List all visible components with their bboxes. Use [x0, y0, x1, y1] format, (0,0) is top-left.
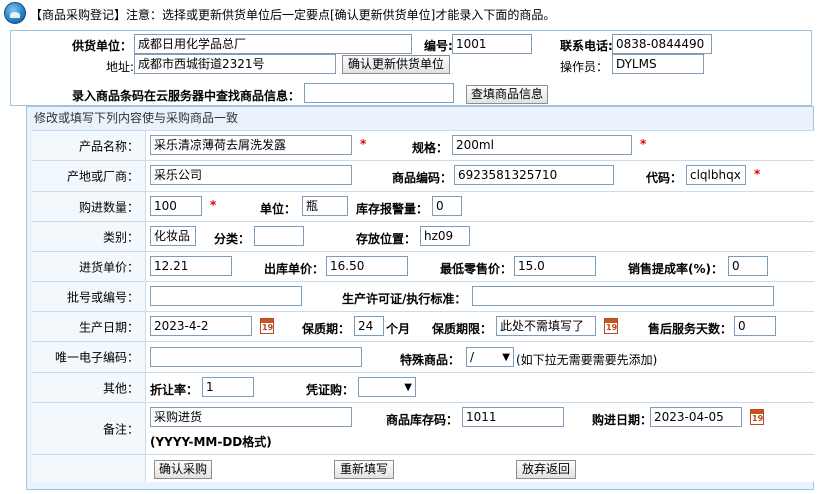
stock-code-label: 商品库存码： — [386, 413, 459, 427]
supplier-phone-field[interactable]: 0838-0844490 — [612, 34, 712, 54]
price-label: 进货单价： — [78, 260, 139, 274]
supplier-name-label: 供货单位： — [72, 39, 133, 53]
product-name-field[interactable]: 采乐清凉薄荷去屑洗发露 — [150, 135, 352, 155]
special-hint: (如下拉无需要需要先添加) — [516, 353, 658, 367]
shelf-limit-label: 保质期限： — [432, 322, 493, 336]
voucher-select[interactable]: ▼ — [358, 377, 416, 397]
unit-field[interactable]: 瓶 — [302, 196, 348, 216]
product-code-field[interactable]: 6923581325710 — [454, 165, 614, 185]
qty-field[interactable]: 100 — [150, 196, 202, 216]
min-price-label: 最低零售价： — [440, 262, 513, 276]
confirm-purchase-button[interactable]: 确认采购 — [154, 460, 212, 479]
operator-label: 操作员： — [560, 60, 609, 74]
calendar-icon[interactable] — [750, 409, 764, 425]
spec-label: 规格： — [412, 141, 449, 155]
product-code-label: 商品编码： — [392, 171, 453, 185]
date-format-hint: (YYYY-MM-DD格式) — [150, 435, 272, 449]
chevron-down-icon: ▼ — [404, 382, 412, 393]
special-select[interactable]: / ▼ — [466, 347, 514, 367]
category-field[interactable]: 化妆品 — [150, 226, 196, 246]
discount-label: 折让率： — [150, 383, 199, 397]
alarm-field[interactable]: 0 — [432, 196, 462, 216]
shelf-field[interactable]: 24 — [354, 316, 384, 336]
other-label: 其他： — [102, 381, 139, 395]
purchase-date-label: 购进日期： — [592, 413, 653, 427]
section-title: 修改或填写下列内容使与采购商品一致 — [34, 111, 239, 125]
out-price-field[interactable]: 16.50 — [326, 256, 408, 276]
required-star-icon: * — [360, 137, 367, 151]
short-code-field[interactable]: clqlbhqx — [686, 165, 746, 185]
alarm-label: 库存报警量： — [356, 202, 429, 216]
barcode-label: 录入商品条码在云服务器中查找商品信息： — [72, 89, 301, 103]
supplier-address-label: 地址: — [106, 60, 135, 74]
operator-field[interactable]: DYLMS — [612, 54, 704, 74]
required-star-icon: * — [210, 198, 217, 212]
unit-label: 单位： — [260, 202, 297, 216]
discount-field[interactable]: 1 — [202, 377, 254, 397]
shelf-unit: 个月 — [386, 322, 411, 336]
supplier-code-label: 编号: — [424, 39, 453, 53]
mfg-date-label: 生产日期： — [78, 320, 139, 334]
license-label: 生产许可证/执行标准： — [342, 292, 467, 306]
product-name-label: 产品名称： — [78, 139, 139, 153]
price-field[interactable]: 12.21 — [150, 256, 232, 276]
shelf-limit-field[interactable]: 此处不需填写了 — [496, 316, 596, 336]
required-star-icon: * — [640, 137, 647, 151]
license-field[interactable] — [472, 286, 774, 306]
supplier-code-field[interactable]: 1001 — [452, 34, 532, 54]
lookup-product-button[interactable]: 查填商品信息 — [466, 85, 548, 104]
category-label: 类别： — [102, 230, 139, 244]
subcategory-label: 分类： — [214, 232, 251, 246]
row-actions — [32, 454, 814, 482]
service-days-field[interactable]: 0 — [734, 316, 776, 336]
min-price-field[interactable]: 15.0 — [514, 256, 596, 276]
location-label: 存放位置： — [356, 232, 417, 246]
supplier-name-field[interactable]: 成都日用化学品总厂 — [134, 34, 412, 54]
reset-button[interactable]: 重新填写 — [334, 460, 394, 479]
batch-field[interactable] — [150, 286, 302, 306]
cancel-button[interactable]: 放弃返回 — [516, 460, 576, 479]
voucher-label: 凭证购： — [306, 383, 355, 397]
chevron-down-icon: ▼ — [502, 352, 510, 363]
note-field[interactable]: 采购进货 — [150, 407, 352, 427]
barcode-input[interactable] — [304, 83, 454, 103]
batch-label: 批号或编号： — [66, 290, 139, 304]
service-days-label: 售后服务天数： — [648, 322, 733, 336]
stock-code-field[interactable]: 1011 — [462, 407, 564, 427]
required-star-icon: * — [754, 167, 761, 181]
note-label: 备注： — [102, 422, 139, 436]
location-field[interactable]: hz09 — [420, 226, 470, 246]
special-label: 特殊商品： — [400, 353, 461, 367]
spec-field[interactable]: 200ml — [452, 135, 632, 155]
supplier-phone-label: 联系电话: — [560, 39, 613, 53]
out-price-label: 出库单价： — [264, 262, 325, 276]
subcategory-field[interactable] — [254, 226, 304, 246]
maker-label: 产地或厂商： — [66, 169, 139, 184]
commission-label: 销售提成率(%)： — [628, 262, 723, 276]
ecode-label: 唯一电子编码： — [54, 350, 139, 365]
page-notice: 【商品采购登记】注意：选择或更新供货单位后一定要点[确认更新供货单位]才能录入下… — [30, 8, 556, 22]
ecode-field[interactable] — [150, 347, 362, 367]
commission-field[interactable]: 0 — [728, 256, 768, 276]
qty-label: 购进数量： — [78, 200, 139, 214]
calendar-icon[interactable] — [604, 318, 618, 334]
supplier-address-field[interactable]: 成都市西城街道2321号 — [134, 54, 336, 74]
special-select-value: / — [470, 350, 475, 364]
purchase-date-field[interactable]: 2023-04-05 — [650, 407, 742, 427]
short-code-label: 代码： — [646, 171, 683, 185]
mfg-date-field[interactable]: 2023-4-2 — [150, 316, 252, 336]
confirm-supplier-button[interactable]: 确认更新供货单位 — [342, 55, 450, 74]
shelf-label: 保质期： — [302, 322, 351, 336]
app-logo-icon — [4, 2, 26, 24]
maker-field[interactable]: 采乐公司 — [150, 165, 352, 185]
calendar-icon[interactable] — [260, 318, 274, 334]
